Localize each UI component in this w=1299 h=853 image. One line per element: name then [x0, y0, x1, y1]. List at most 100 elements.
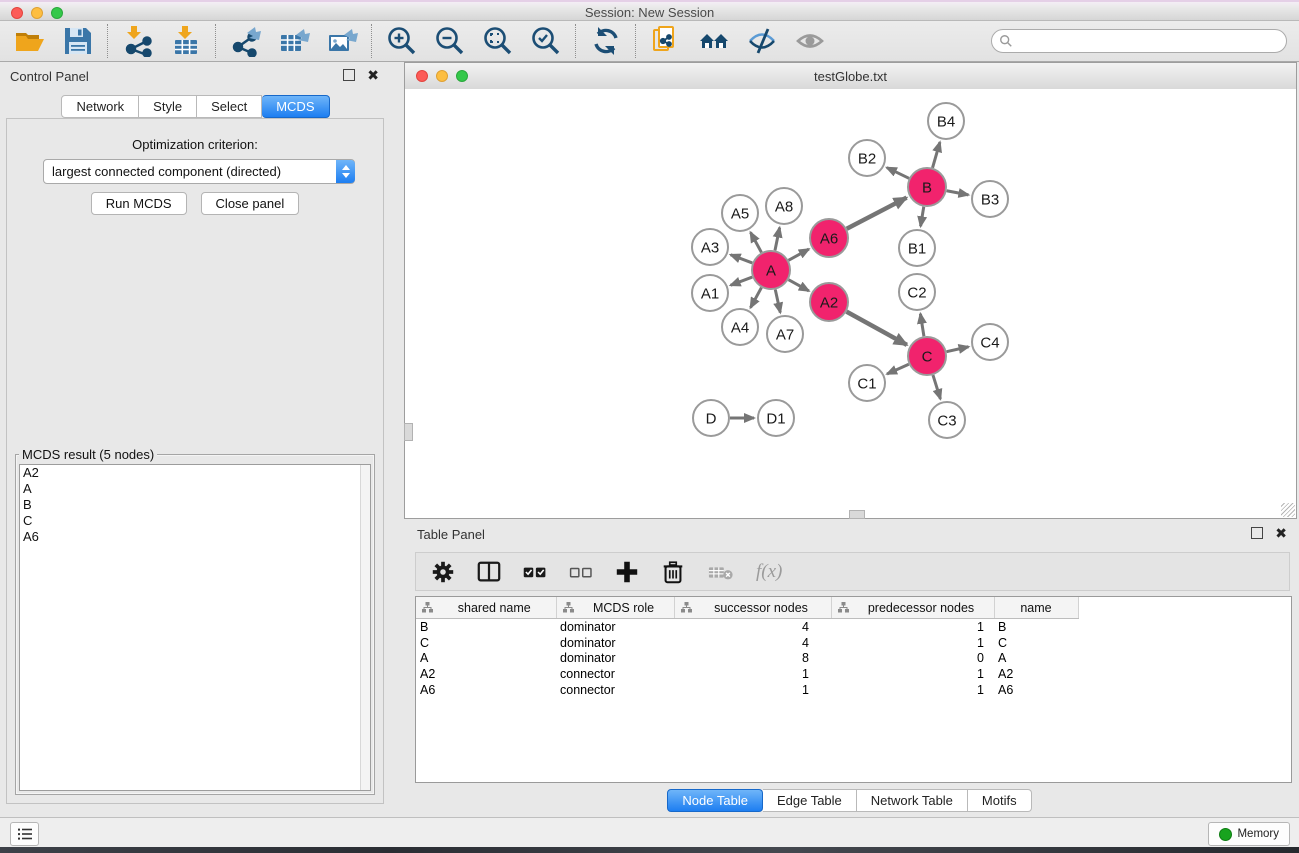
cell-shared-name[interactable]: B [416, 619, 556, 635]
export-network-icon[interactable] [230, 25, 262, 57]
cell-name[interactable]: A2 [994, 666, 1078, 682]
edge-A-A3[interactable] [731, 255, 753, 263]
show-graphics-details-icon[interactable] [794, 25, 826, 57]
edge-A-A8[interactable] [775, 228, 780, 251]
column-header-predecessor-nodes[interactable]: predecessor nodes [831, 597, 994, 619]
function-builder-icon[interactable]: f(x) [756, 561, 782, 583]
import-network-icon[interactable] [122, 25, 154, 57]
mcds-result-list[interactable]: A2ABCA6 [19, 464, 371, 791]
home-layout-icon[interactable] [698, 25, 730, 57]
edge-A-A1[interactable] [731, 277, 753, 285]
task-history-button[interactable] [10, 822, 39, 846]
result-item-a[interactable]: A [20, 481, 370, 497]
refresh-icon[interactable] [590, 25, 622, 57]
cell-name[interactable]: A [994, 651, 1078, 667]
column-header-name[interactable]: name [994, 597, 1078, 619]
result-item-a6[interactable]: A6 [20, 529, 370, 545]
edge-A-A5[interactable] [751, 232, 762, 252]
split-view-icon[interactable] [476, 559, 502, 585]
edge-A2-C[interactable] [847, 312, 907, 345]
zoom-out-icon[interactable] [434, 25, 466, 57]
cell-successor-nodes[interactable]: 8 [674, 651, 831, 667]
cell-predecessor-nodes[interactable]: 0 [831, 651, 994, 667]
cell-mcds-role[interactable]: connector [556, 666, 674, 682]
bottom-scrollbar-handle[interactable] [849, 510, 865, 519]
cell-name[interactable]: B [994, 619, 1078, 635]
search-input[interactable] [1017, 33, 1286, 49]
tab-network-table[interactable]: Network Table [857, 789, 968, 812]
zoom-fit-icon[interactable] [482, 25, 514, 57]
column-header-successor-nodes[interactable]: successor nodes [674, 597, 831, 619]
cell-successor-nodes[interactable]: 4 [674, 635, 831, 651]
column-header-shared-name[interactable]: shared name [416, 597, 556, 619]
cell-shared-name[interactable]: C [416, 635, 556, 651]
select-all-checkboxes-icon[interactable] [522, 559, 548, 585]
cell-predecessor-nodes[interactable]: 1 [831, 666, 994, 682]
tab-select[interactable]: Select [197, 95, 262, 118]
settings-gear-icon[interactable] [430, 559, 456, 585]
deselect-all-checkboxes-icon[interactable] [568, 559, 594, 585]
edge-B-B3[interactable] [947, 191, 969, 195]
cell-name[interactable]: C [994, 635, 1078, 651]
export-image-icon[interactable] [326, 25, 358, 57]
memory-button[interactable]: Memory [1208, 822, 1290, 846]
hide-graphics-details-icon[interactable] [746, 25, 778, 57]
result-item-a2[interactable]: A2 [20, 465, 370, 481]
column-header-mcds-role[interactable]: MCDS role [556, 597, 674, 619]
network-canvas[interactable]: B4B2BB3A5A8A6A3B1AA1A2C2A4A7CC4C1C3DD1 [405, 89, 1296, 518]
edge-B-B2[interactable] [887, 168, 909, 179]
edge-A-A7[interactable] [775, 290, 780, 313]
cell-successor-nodes[interactable]: 1 [674, 666, 831, 682]
tab-edge-table[interactable]: Edge Table [763, 789, 857, 812]
save-session-icon[interactable] [62, 25, 94, 57]
zoom-selected-icon[interactable] [530, 25, 562, 57]
edge-C-C2[interactable] [920, 314, 924, 337]
cell-predecessor-nodes[interactable]: 1 [831, 619, 994, 635]
table-row-a6[interactable]: A6connector11A6 [416, 682, 1078, 698]
add-column-icon[interactable] [614, 559, 640, 585]
cell-mcds-role[interactable]: connector [556, 682, 674, 698]
edge-A-A2[interactable] [789, 280, 809, 291]
result-item-c[interactable]: C [20, 513, 370, 529]
float-panel-icon[interactable] [343, 69, 355, 83]
node-table-container[interactable]: shared nameMCDS rolesuccessor nodesprede… [415, 596, 1292, 783]
cell-mcds-role[interactable]: dominator [556, 651, 674, 667]
resize-grip-icon[interactable] [1281, 503, 1295, 517]
open-session-icon[interactable] [14, 25, 46, 57]
table-row-a[interactable]: Adominator80A [416, 651, 1078, 667]
table-row-b[interactable]: Bdominator41B [416, 619, 1078, 635]
delete-columns-icon[interactable] [660, 559, 686, 585]
tab-node-table[interactable]: Node Table [667, 789, 763, 812]
close-panel-button[interactable]: Close panel [201, 192, 300, 215]
table-row-a2[interactable]: A2connector11A2 [416, 666, 1078, 682]
result-list-scrollbar[interactable] [360, 465, 370, 790]
table-close-panel-icon[interactable]: ✖ [1275, 527, 1287, 539]
criterion-dropdown[interactable]: largest connected component (directed) [43, 159, 355, 184]
close-panel-icon[interactable]: ✖ [367, 69, 379, 81]
cell-mcds-role[interactable]: dominator [556, 619, 674, 635]
cell-predecessor-nodes[interactable]: 1 [831, 635, 994, 651]
cell-mcds-role[interactable]: dominator [556, 635, 674, 651]
cell-shared-name[interactable]: A2 [416, 666, 556, 682]
result-item-b[interactable]: B [20, 497, 370, 513]
edge-C-C4[interactable] [947, 347, 969, 352]
table-float-panel-icon[interactable] [1251, 527, 1263, 541]
cell-predecessor-nodes[interactable]: 1 [831, 682, 994, 698]
export-table-icon[interactable] [278, 25, 310, 57]
network-window-titlebar[interactable]: testGlobe.txt [405, 63, 1296, 90]
edge-A6-B[interactable] [847, 198, 907, 229]
tab-mcds[interactable]: MCDS [262, 95, 329, 118]
search-box[interactable] [991, 29, 1287, 53]
cell-successor-nodes[interactable]: 1 [674, 682, 831, 698]
table-row-c[interactable]: Cdominator41C [416, 635, 1078, 651]
tab-network[interactable]: Network [61, 95, 139, 118]
left-scrollbar-handle[interactable] [404, 423, 413, 441]
edge-A-A6[interactable] [789, 249, 809, 260]
cell-shared-name[interactable]: A6 [416, 682, 556, 698]
cell-name[interactable]: A6 [994, 682, 1078, 698]
tab-style[interactable]: Style [139, 95, 197, 118]
edge-C-C3[interactable] [933, 375, 940, 399]
tab-motifs[interactable]: Motifs [968, 789, 1032, 812]
run-mcds-button[interactable]: Run MCDS [91, 192, 187, 215]
import-table-icon[interactable] [170, 25, 202, 57]
